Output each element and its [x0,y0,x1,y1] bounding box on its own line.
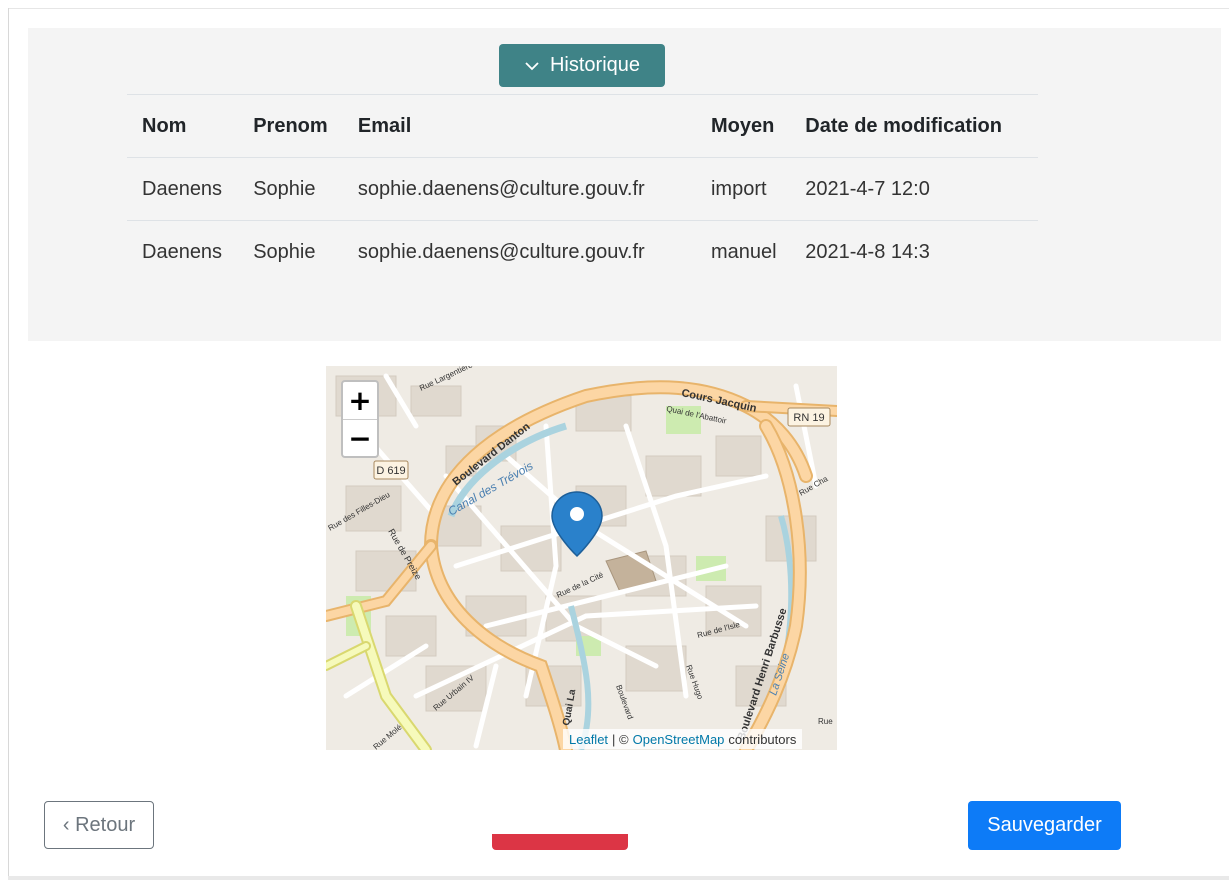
column-header-nom: Nom [127,94,239,158]
cell-moyen: import [695,157,791,221]
zoom-out-button[interactable]: − [343,420,377,457]
map-tiles[interactable]: D 619 RN 19 Cours Jacquin Quai de l'Abat… [326,366,837,750]
map-zoom-control: + − [341,380,379,458]
history-toggle-button[interactable]: Historique [499,44,665,87]
history-header-row: Nom Prenom Email Moyen Date de modificat… [127,94,1038,158]
openstreetmap-link[interactable]: OpenStreetMap [633,732,725,747]
history-toggle-label: Historique [549,54,641,76]
attribution-contributors: contributors [728,731,797,747]
history-table: Nom Prenom Email Moyen Date de modificat… [127,94,1038,283]
cell-date: 2021-4-8 14:3 [790,220,1038,283]
window-top-border [8,8,1229,9]
cell-moyen: manuel [695,220,791,283]
cell-email: sophie.daenens@culture.gouv.fr [342,157,696,221]
window-left-border [8,8,9,880]
cell-date: 2021-4-7 12:0 [790,157,1038,221]
delete-button[interactable] [492,834,628,850]
cell-prenom: Sophie [238,220,343,283]
zoom-in-button[interactable]: + [343,382,377,420]
bottom-border [8,876,1229,880]
map-attribution: Leaflet | © OpenStreetMap contributors [563,729,803,749]
column-header-email: Email [342,94,696,158]
cell-prenom: Sophie [238,157,343,221]
cell-nom: Daenens [127,220,239,283]
svg-text:RN 19: RN 19 [793,412,824,424]
map-label: Rue [818,717,833,726]
table-row: Daenens Sophie sophie.daenens@culture.go… [127,157,1038,221]
column-header-date: Date de modification [790,94,1038,158]
attribution-separator: | © [612,731,629,747]
svg-text:D 619: D 619 [376,465,405,477]
back-button[interactable]: ‹ Retour [44,801,154,849]
column-header-moyen: Moyen [695,94,791,158]
leaflet-link[interactable]: Leaflet [569,732,608,747]
column-header-prenom: Prenom [238,94,343,158]
cell-nom: Daenens [127,157,239,221]
location-map[interactable]: D 619 RN 19 Cours Jacquin Quai de l'Abat… [326,366,837,750]
save-button[interactable]: Sauvegarder [968,801,1121,850]
cell-email: sophie.daenens@culture.gouv.fr [342,220,696,283]
chevron-down-icon [525,61,539,70]
table-row: Daenens Sophie sophie.daenens@culture.go… [127,220,1038,283]
